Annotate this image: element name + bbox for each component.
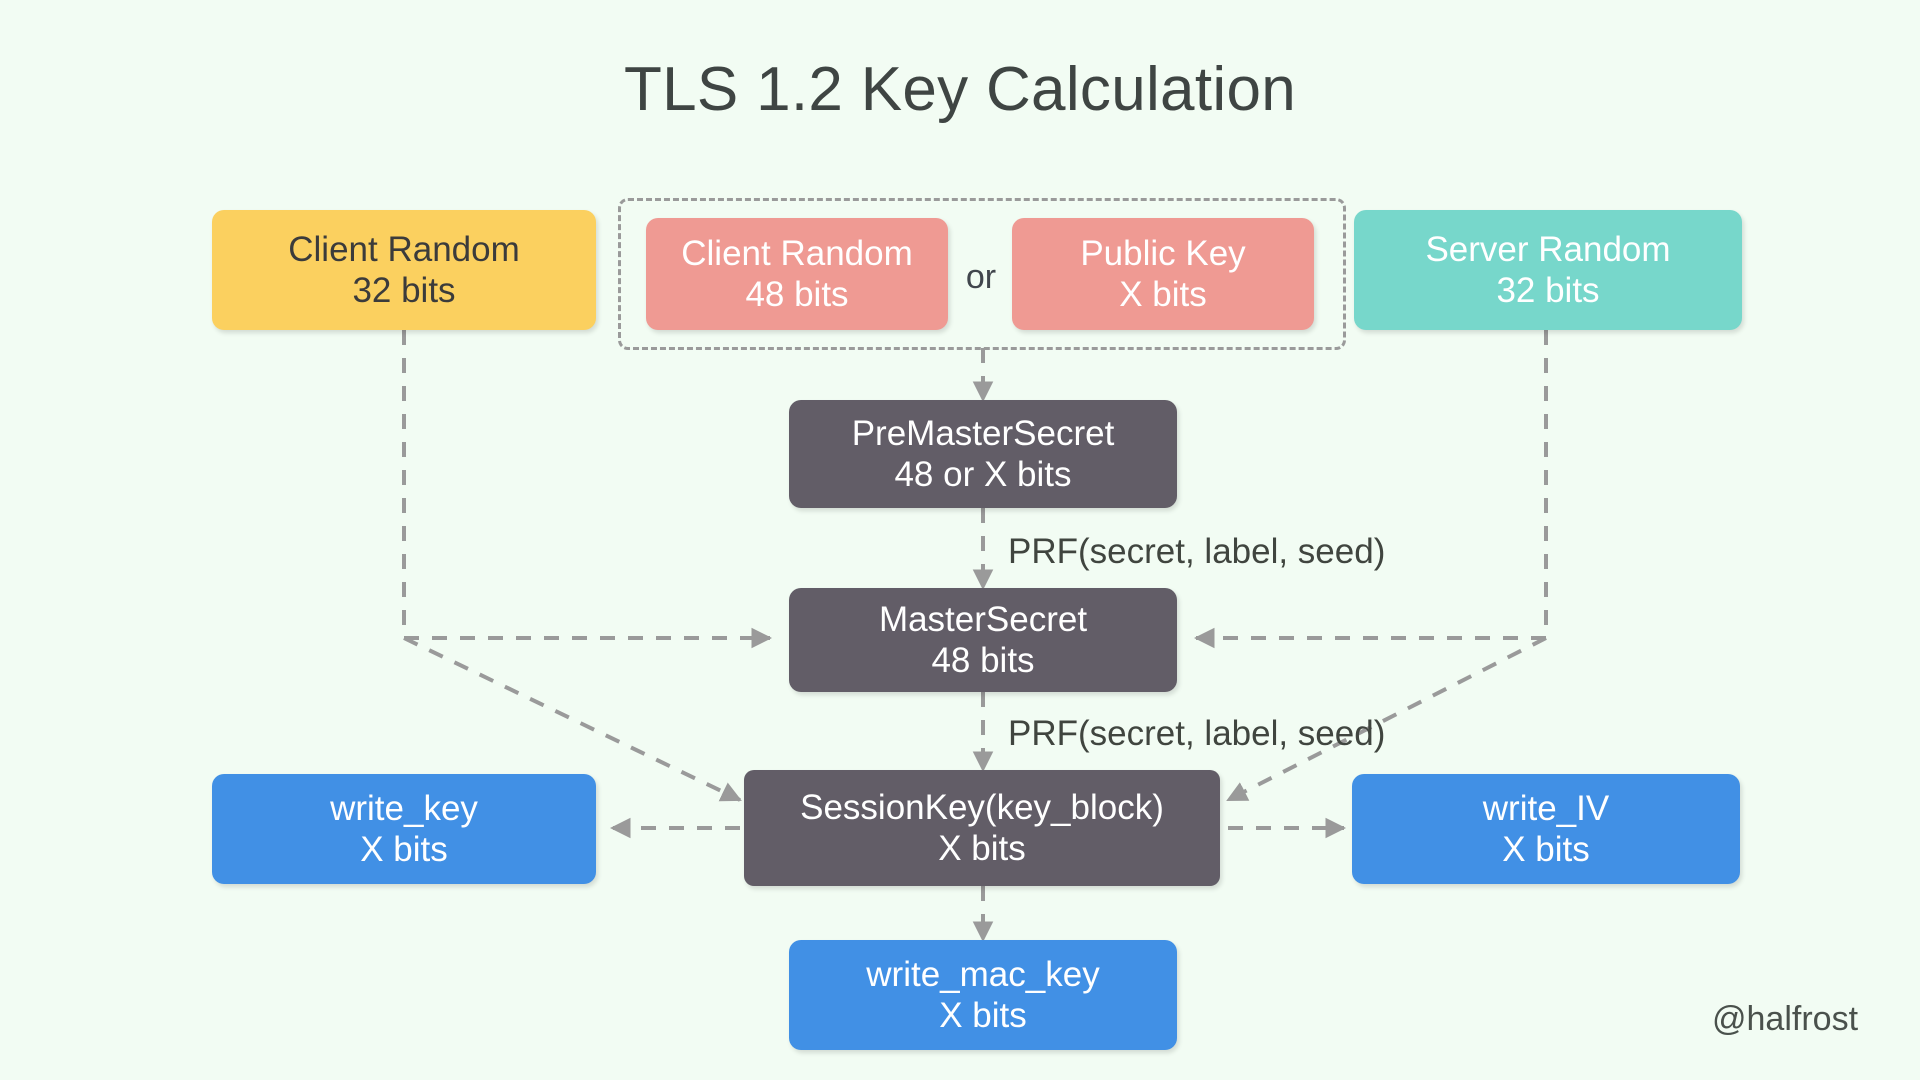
node-client-random-32[interactable]: Client Random 32 bits: [212, 210, 596, 330]
node-mastersecret[interactable]: MasterSecret 48 bits: [789, 588, 1177, 692]
node-public-key-line1: Public Key: [1080, 233, 1246, 273]
node-sessionkey[interactable]: SessionKey(key_block) X bits: [744, 770, 1220, 886]
or-label: or: [965, 258, 997, 296]
node-write-key-line2: X bits: [360, 830, 448, 869]
edge-clientrandom-to-mastersecret: [402, 330, 773, 649]
node-client-random-48[interactable]: Client Random 48 bits: [646, 218, 948, 330]
node-server-random-32-line2: 32 bits: [1496, 271, 1600, 310]
node-write-key-line1: write_key: [330, 788, 478, 828]
label-prf-master: PRF(secret, label, seed): [1008, 532, 1386, 571]
node-public-key[interactable]: Public Key X bits: [1012, 218, 1314, 330]
node-server-random-32-line1: Server Random: [1425, 229, 1671, 269]
node-client-random-48-line1: Client Random: [681, 233, 913, 273]
node-write-iv[interactable]: write_IV X bits: [1352, 774, 1740, 884]
node-sessionkey-line1: SessionKey(key_block): [800, 787, 1164, 827]
node-client-random-32-line2: 32 bits: [352, 271, 456, 310]
node-premastersecret[interactable]: PreMasterSecret 48 or X bits: [789, 400, 1177, 508]
node-write-mac-key[interactable]: write_mac_key X bits: [789, 940, 1177, 1050]
page-title: TLS 1.2 Key Calculation: [623, 55, 1297, 124]
node-write-iv-line2: X bits: [1502, 830, 1590, 869]
node-write-mac-key-line2: X bits: [939, 996, 1027, 1035]
author-watermark: @halfrost: [1712, 1000, 1859, 1038]
diagram-connectors: [402, 330, 1548, 943]
node-premastersecret-line1: PreMasterSecret: [851, 413, 1115, 453]
node-write-iv-line1: write_IV: [1482, 788, 1610, 828]
node-mastersecret-line1: MasterSecret: [878, 599, 1088, 639]
node-sessionkey-line2: X bits: [938, 829, 1026, 868]
node-client-random-32-line1: Client Random: [288, 229, 520, 269]
node-mastersecret-line2: 48 bits: [931, 641, 1035, 680]
label-prf-session: PRF(secret, label, seed): [1008, 714, 1386, 753]
node-premastersecret-line2: 48 or X bits: [894, 455, 1072, 494]
node-write-key[interactable]: write_key X bits: [212, 774, 596, 884]
node-public-key-line2: X bits: [1119, 275, 1207, 314]
diagram-canvas: TLS 1.2 Key Calculation Client Random 32…: [0, 0, 1920, 1080]
node-client-random-48-line2: 48 bits: [745, 275, 849, 314]
edge-serverrandom-to-mastersecret: [1193, 330, 1548, 649]
node-server-random-32[interactable]: Server Random 32 bits: [1354, 210, 1742, 330]
node-write-mac-key-line1: write_mac_key: [866, 954, 1100, 994]
